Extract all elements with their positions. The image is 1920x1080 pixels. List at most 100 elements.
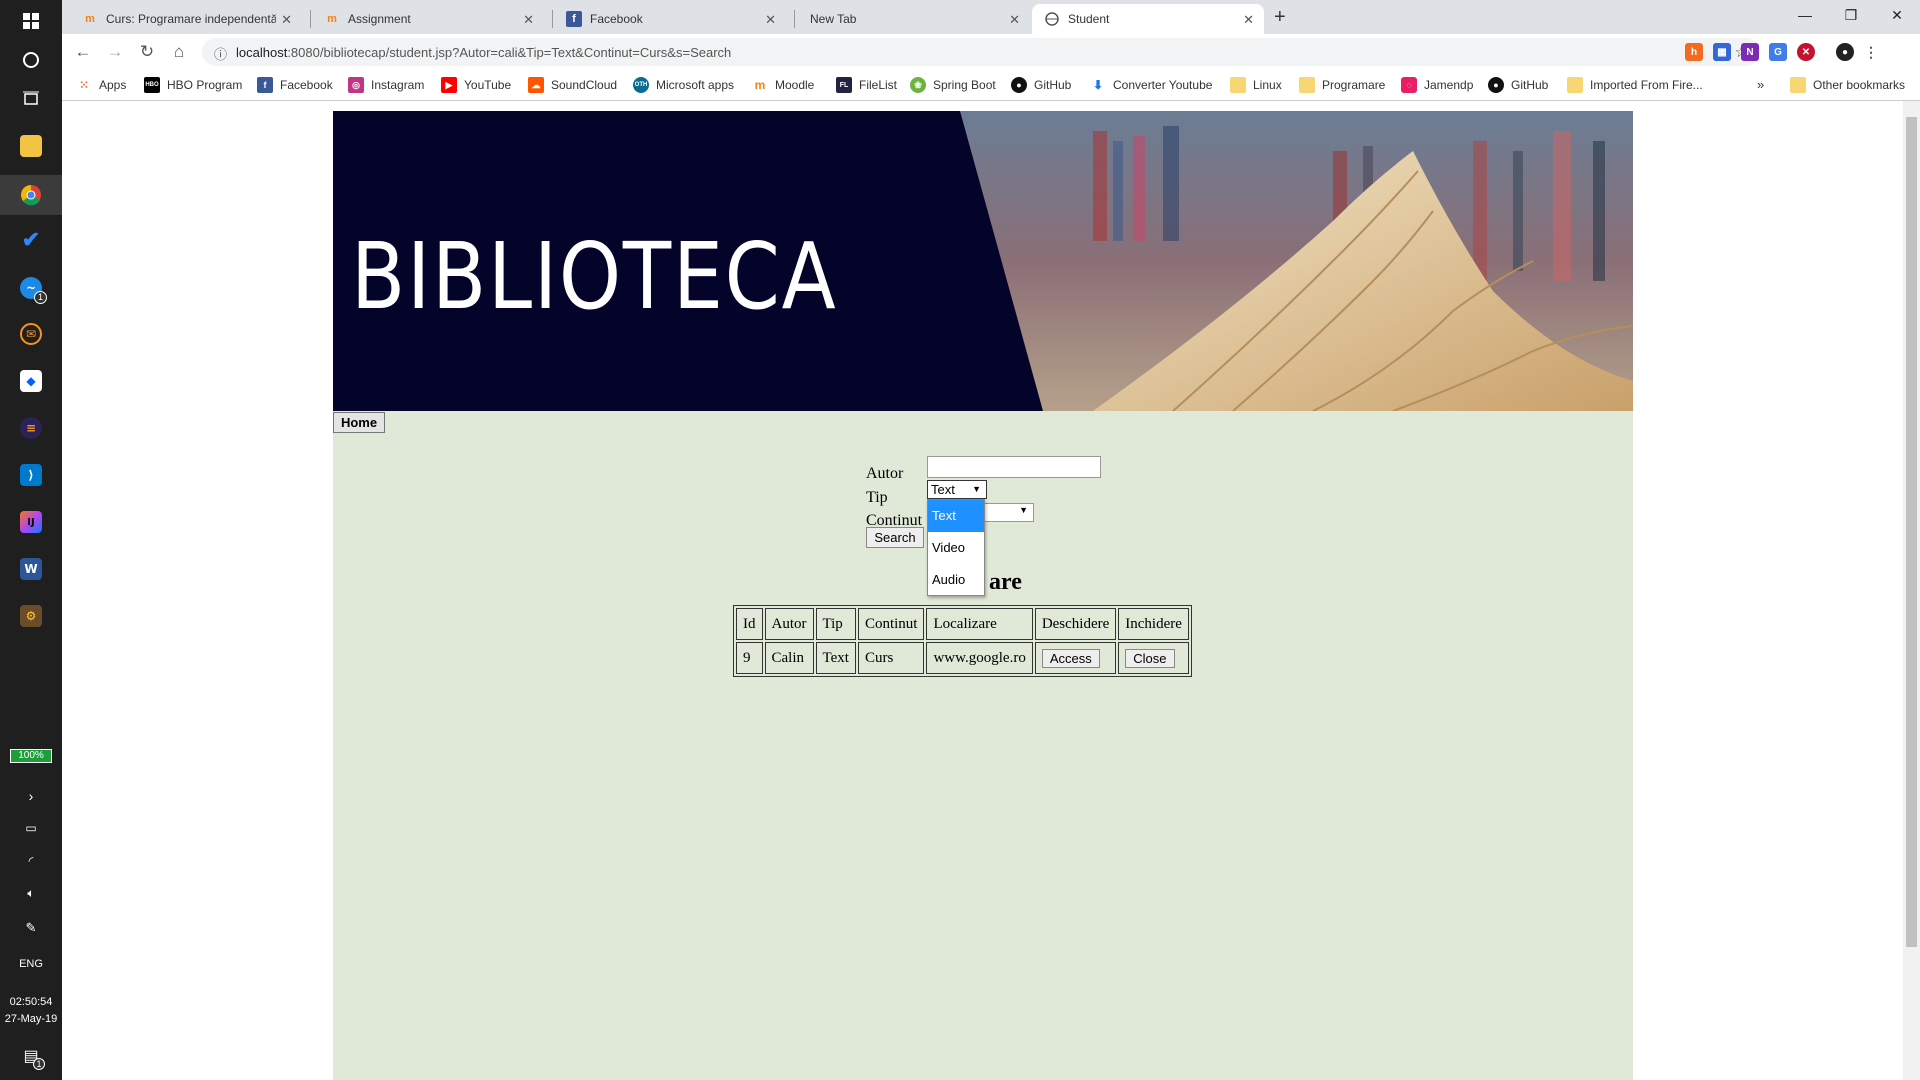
extension-honey-icon[interactable]: h xyxy=(1685,43,1703,61)
extension-calendar-icon[interactable]: ▦ xyxy=(1713,43,1731,61)
bookmark-filelist[interactable]: FL FileList xyxy=(836,77,897,93)
tab-curs[interactable]: m Curs: Programare independentă ✕ xyxy=(70,4,302,34)
moodle-icon: m xyxy=(327,13,337,25)
access-button[interactable]: Access xyxy=(1041,648,1100,668)
chevron-up-icon[interactable]: › xyxy=(15,780,47,812)
home-icon[interactable]: ⌂ xyxy=(166,40,192,64)
scrollbar-thumb[interactable] xyxy=(1906,117,1917,947)
column-header-tip: Tip xyxy=(815,608,856,640)
pen-icon[interactable]: ✎ xyxy=(15,912,47,944)
autor-label: Autor xyxy=(866,465,904,482)
clock-time[interactable]: 02:50:54 xyxy=(0,996,62,1008)
tip-select[interactable]: Text ▼ xyxy=(927,480,987,499)
task-view-icon[interactable] xyxy=(15,83,47,115)
volume-icon[interactable]: 🔈︎ xyxy=(15,877,47,909)
reload-icon[interactable]: ↻ xyxy=(134,40,160,64)
cell-autor: Calin xyxy=(764,642,814,674)
bookmark-youtube[interactable]: ▶ YouTube xyxy=(441,77,511,93)
url-path: :8080/bibliotecap/student.jsp?Autor=cali… xyxy=(287,45,732,60)
folder-icon xyxy=(1230,77,1246,93)
bookmark-jamendp[interactable]: ◌ Jamendp xyxy=(1401,77,1473,93)
tab-separator xyxy=(310,10,311,28)
tip-option-video[interactable]: Video xyxy=(928,532,984,564)
tab-facebook[interactable]: f Facebook ✕ xyxy=(554,4,786,34)
battery-indicator[interactable]: 100% xyxy=(10,749,52,763)
minimize-icon[interactable]: — xyxy=(1782,0,1828,30)
bookmark-label: Other bookmarks xyxy=(1813,78,1906,92)
dropbox-icon[interactable]: ◆ xyxy=(15,365,47,397)
table-row: 9 Calin Text Curs www.google.ro Access C… xyxy=(736,642,1189,674)
bookmarks-overflow-chevron[interactable]: » xyxy=(1757,77,1764,92)
bookmark-instagram[interactable]: ◎ Instagram xyxy=(348,77,424,93)
new-tab-icon[interactable]: + xyxy=(1274,6,1286,29)
windows-start-icon[interactable] xyxy=(15,5,47,37)
instagram-icon: ◎ xyxy=(348,77,364,93)
bookmark-imported-from-firefox[interactable]: Imported From Fire... xyxy=(1567,77,1703,93)
autor-input[interactable] xyxy=(927,456,1101,478)
bookmark-hbo[interactable]: HBO HBO Program xyxy=(144,77,242,93)
eclipse-icon[interactable]: ≡ xyxy=(15,412,47,444)
extension-onenote-icon[interactable]: N xyxy=(1741,43,1759,61)
vscode-icon[interactable]: ⟩ xyxy=(15,459,47,491)
close-tab-icon[interactable]: ✕ xyxy=(1243,12,1254,28)
wifi-icon[interactable]: ◜ xyxy=(15,845,47,877)
search-button[interactable]: Search xyxy=(866,527,924,548)
extension-translate-icon[interactable]: G xyxy=(1769,43,1787,61)
intellij-icon[interactable]: IJ xyxy=(15,506,47,538)
menu-kebab-icon[interactable]: ⋮ xyxy=(1862,43,1880,61)
close-button[interactable]: Close xyxy=(1125,648,1175,668)
tip-dropdown-list[interactable]: Text Video Audio xyxy=(927,499,985,596)
cell-id: 9 xyxy=(736,642,763,674)
bookmark-converter-youtube[interactable]: ⬇ Converter Youtube xyxy=(1090,77,1212,93)
url-text[interactable]: localhost:8080/bibliotecap/student.jsp?A… xyxy=(236,45,731,60)
cell-continut: Curs xyxy=(857,642,925,674)
bookmark-programare[interactable]: Programare xyxy=(1299,77,1385,93)
device-icon[interactable]: ▭ xyxy=(15,812,47,844)
messenger-icon[interactable]: ~1 xyxy=(15,272,47,304)
bookmark-github-2[interactable]: ● GitHub xyxy=(1488,77,1548,93)
tip-option-audio[interactable]: Audio xyxy=(928,564,984,596)
tab-student[interactable]: Student ✕ xyxy=(1032,4,1264,34)
language-indicator[interactable]: ENG xyxy=(0,958,62,970)
extension-adblock-icon[interactable]: ✕ xyxy=(1797,43,1815,61)
tab-new-tab[interactable]: New Tab ✕ xyxy=(798,4,1030,34)
cell-localizare: www.google.ro xyxy=(926,642,1033,674)
close-tab-icon[interactable]: ✕ xyxy=(765,12,776,28)
bookmark-label: GitHub xyxy=(1511,78,1549,92)
game-app-icon[interactable]: ⚙ xyxy=(15,600,47,632)
notifications-icon[interactable]: ▤ 1 xyxy=(15,1040,47,1072)
cortana-search-icon[interactable] xyxy=(15,44,47,76)
bookmark-label: Linux xyxy=(1253,78,1282,92)
todo-check-icon[interactable]: ✔ xyxy=(15,224,47,256)
forward-icon[interactable]: → xyxy=(102,40,128,64)
close-window-icon[interactable]: ✕ xyxy=(1874,0,1920,30)
bookmark-soundcloud[interactable]: ☁ SoundCloud xyxy=(528,77,617,93)
clock-date[interactable]: 27-May-19 xyxy=(0,1013,62,1025)
back-icon[interactable]: ← xyxy=(70,40,96,64)
vertical-scrollbar[interactable] xyxy=(1903,101,1920,1080)
profile-avatar-icon[interactable]: ● xyxy=(1836,43,1854,61)
bookmark-other-bookmarks[interactable]: Other bookmarks xyxy=(1790,77,1905,93)
bookmark-linux[interactable]: Linux xyxy=(1230,77,1282,93)
close-tab-icon[interactable]: ✕ xyxy=(523,12,534,28)
bookmark-github[interactable]: ● GitHub xyxy=(1011,77,1071,93)
chrome-taskbar-icon[interactable] xyxy=(0,175,62,215)
bookmark-microsoft-apps[interactable]: OTH Microsoft apps xyxy=(633,77,734,93)
close-tab-icon[interactable]: ✕ xyxy=(281,12,292,28)
tab-assignment[interactable]: m Assignment ✕ xyxy=(312,4,544,34)
bookmark-facebook[interactable]: f Facebook xyxy=(257,77,333,93)
close-tab-icon[interactable]: ✕ xyxy=(1009,12,1020,28)
file-explorer-icon[interactable] xyxy=(15,130,47,162)
bookmark-spring-boot[interactable]: ❀ Spring Boot xyxy=(910,77,996,93)
word-icon[interactable]: W xyxy=(15,553,47,585)
address-bar[interactable]: ⓘ localhost:8080/bibliotecap/student.jsp… xyxy=(202,38,1760,66)
info-icon[interactable]: ⓘ xyxy=(214,44,227,63)
bookmark-apps[interactable]: ⁙ Apps xyxy=(76,77,126,93)
restore-icon[interactable]: ❐ xyxy=(1828,0,1874,30)
apps-grid-icon: ⁙ xyxy=(78,78,90,92)
home-button[interactable]: Home xyxy=(333,412,385,433)
bookmark-moodle[interactable]: m Moodle xyxy=(752,77,815,93)
soundcloud-icon: ☁ xyxy=(528,77,544,93)
tip-option-text[interactable]: Text xyxy=(928,500,984,532)
mail-icon[interactable]: ✉ xyxy=(15,318,47,350)
